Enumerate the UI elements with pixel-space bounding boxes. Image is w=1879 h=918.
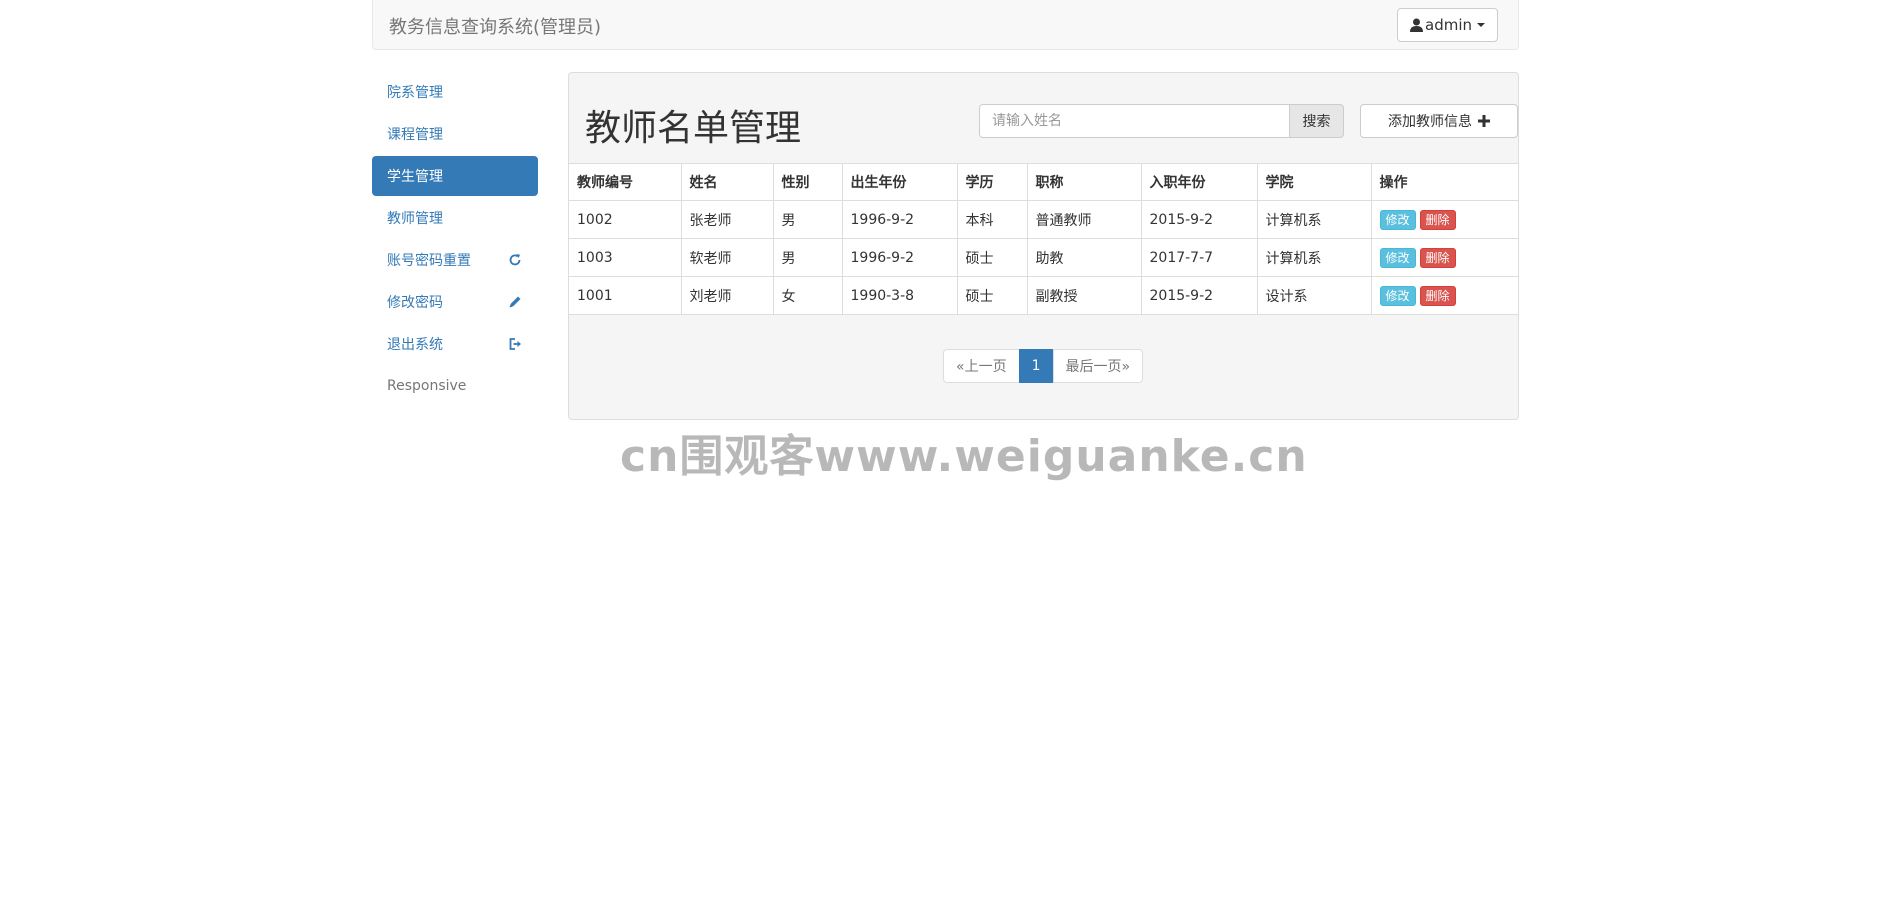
- sidebar-item-label: 教师管理: [387, 211, 443, 227]
- cell: 1996-9-2: [841, 200, 958, 239]
- app-brand[interactable]: 教务信息查询系统(管理员): [389, 13, 601, 39]
- sidebar-item-reset-password[interactable]: 账号密码重置: [372, 240, 538, 280]
- sidebar-item-label: 账号密码重置: [387, 253, 471, 269]
- sidebar-item-label: 课程管理: [387, 127, 443, 143]
- top-navbar: 教务信息查询系统(管理员) admin: [372, 0, 1519, 50]
- cell: 1990-3-8: [841, 276, 958, 315]
- sidebar-item-change-password[interactable]: 修改密码: [372, 282, 538, 322]
- edit-button[interactable]: 修改: [1379, 285, 1416, 306]
- delete-button[interactable]: 删除: [1419, 285, 1456, 306]
- page-1-button[interactable]: 1: [1018, 349, 1054, 383]
- watermark: cn围观客www.weiguanke.cn: [620, 431, 1308, 482]
- table-header-row: 教师编号 姓名 性别 出生年份 学历 职称 入职年份 学院 操作: [569, 163, 1518, 201]
- cell: 刘老师: [680, 276, 774, 315]
- add-teacher-label: 添加教师信息: [1388, 114, 1472, 130]
- sidebar-item-label: Responsive: [387, 378, 467, 394]
- sidebar: 院系管理 课程管理 学生管理 教师管理 账号密码重置 修改密码 退出系统 Res…: [372, 72, 538, 408]
- sidebar-item-responsive: Responsive: [372, 366, 538, 406]
- cell: 设计系: [1256, 276, 1372, 315]
- header-birth: 出生年份: [841, 163, 958, 201]
- search-button[interactable]: 搜索: [1290, 104, 1344, 138]
- cell: 硕士: [956, 238, 1028, 277]
- caret-down-icon: [1477, 23, 1485, 27]
- user-icon: [1410, 18, 1423, 32]
- user-name: admin: [1425, 16, 1472, 34]
- cell: 1003: [569, 238, 682, 277]
- cell: 副教授: [1026, 276, 1142, 315]
- cell: 2017-7-7: [1140, 238, 1258, 277]
- sidebar-item-course[interactable]: 课程管理: [372, 114, 538, 154]
- last-page-button[interactable]: 最后一页»: [1052, 349, 1144, 383]
- header-title: 职称: [1026, 163, 1142, 201]
- cell: 张老师: [680, 200, 774, 239]
- sidebar-item-department[interactable]: 院系管理: [372, 72, 538, 112]
- pagination: «上一页 1 最后一页»: [943, 349, 1144, 383]
- cell: 女: [772, 276, 843, 315]
- cell: 男: [772, 200, 843, 239]
- edit-button[interactable]: 修改: [1379, 247, 1416, 268]
- header-gender: 性别: [772, 163, 843, 201]
- delete-button[interactable]: 删除: [1419, 209, 1456, 230]
- sidebar-item-label: 院系管理: [387, 85, 443, 101]
- plus-icon: [1478, 115, 1490, 127]
- cell: 计算机系: [1256, 200, 1372, 239]
- delete-button[interactable]: 删除: [1419, 247, 1456, 268]
- sidebar-item-label: 退出系统: [387, 337, 443, 353]
- table-row: 1001 刘老师 女 1990-3-8 硕士 副教授 2015-9-2 设计系 …: [569, 276, 1518, 315]
- cell: 硕士: [956, 276, 1028, 315]
- cell: 普通教师: [1026, 200, 1142, 239]
- actions-cell: 修改 删除: [1370, 238, 1518, 277]
- header-college: 学院: [1256, 163, 1372, 201]
- add-teacher-button[interactable]: 添加教师信息: [1360, 104, 1518, 138]
- header-hire-date: 入职年份: [1140, 163, 1258, 201]
- table-row: 1002 张老师 男 1996-9-2 本科 普通教师 2015-9-2 计算机…: [569, 200, 1518, 239]
- cell: 助教: [1026, 238, 1142, 277]
- cell: 软老师: [680, 238, 774, 277]
- search-group: 搜索: [979, 104, 1344, 138]
- user-menu-button[interactable]: admin: [1397, 8, 1498, 42]
- header-id: 教师编号: [569, 163, 682, 201]
- sidebar-item-label: 学生管理: [387, 169, 443, 185]
- sidebar-item-student[interactable]: 学生管理: [372, 156, 538, 196]
- cell: 2015-9-2: [1140, 200, 1258, 239]
- cell: 1001: [569, 276, 682, 315]
- cell: 2015-9-2: [1140, 276, 1258, 315]
- page-title: 教师名单管理: [585, 108, 802, 149]
- sidebar-item-logout[interactable]: 退出系统: [372, 324, 538, 364]
- header-name: 姓名: [680, 163, 774, 201]
- header-education: 学历: [956, 163, 1028, 201]
- header-actions: 操作: [1370, 163, 1518, 201]
- refresh-icon: [507, 252, 523, 268]
- cell: 1002: [569, 200, 682, 239]
- pencil-icon: [507, 294, 523, 310]
- table-row: 1003 软老师 男 1996-9-2 硕士 助教 2017-7-7 计算机系 …: [569, 238, 1518, 277]
- sidebar-item-teacher[interactable]: 教师管理: [372, 198, 538, 238]
- cell: 1996-9-2: [841, 238, 958, 277]
- search-input[interactable]: [979, 104, 1290, 138]
- cell: 本科: [956, 200, 1028, 239]
- cell: 男: [772, 238, 843, 277]
- teacher-table: 教师编号 姓名 性别 出生年份 学历 职称 入职年份 学院 操作 1002 张老…: [569, 163, 1518, 315]
- actions-cell: 修改 删除: [1370, 200, 1518, 239]
- sidebar-item-label: 修改密码: [387, 295, 443, 311]
- logout-icon: [507, 336, 523, 352]
- main-panel: 教师名单管理 搜索 添加教师信息 教师编号 姓名 性别 出生年份 学历 职称 入…: [568, 72, 1519, 420]
- actions-cell: 修改 删除: [1370, 276, 1518, 315]
- cell: 计算机系: [1256, 238, 1372, 277]
- edit-button[interactable]: 修改: [1379, 209, 1416, 230]
- prev-page-button[interactable]: «上一页: [943, 349, 1020, 383]
